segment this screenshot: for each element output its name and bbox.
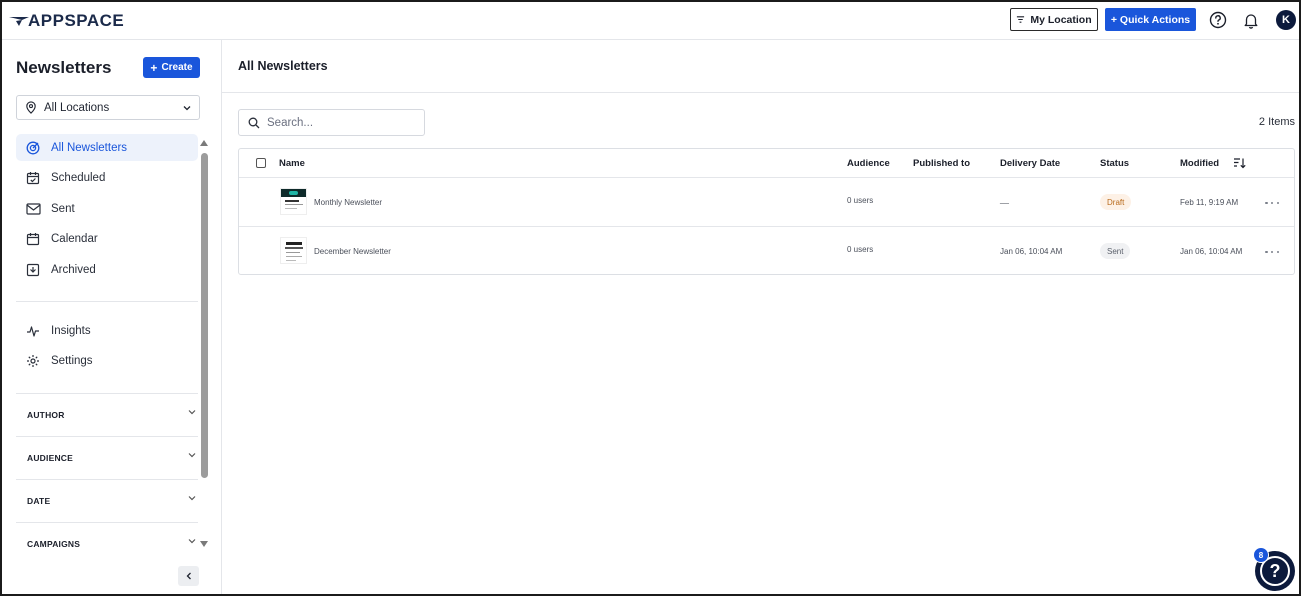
location-select-value: All Locations — [44, 101, 110, 114]
scroll-up-arrow[interactable] — [200, 140, 208, 146]
scroll-down-arrow[interactable] — [200, 541, 208, 547]
sidebar-item-label: Calendar — [51, 233, 98, 245]
status-badge: Draft — [1100, 194, 1132, 210]
chevron-down-icon — [188, 410, 196, 415]
table-row[interactable]: December Newsletter 0 users Jan 06, 10:0… — [239, 227, 1294, 276]
sidebar-item-archived[interactable]: Archived — [16, 256, 198, 283]
sidebar-divider — [16, 301, 198, 302]
column-header-name[interactable]: Name — [279, 158, 305, 169]
column-header-status[interactable]: Status — [1100, 158, 1129, 169]
newsletter-thumbnail — [280, 188, 307, 215]
table-header: Name Audience Published to Delivery Date… — [239, 149, 1294, 178]
location-select[interactable]: All Locations — [16, 95, 200, 120]
filter-label: AUDIENCE — [27, 453, 73, 463]
select-all-checkbox[interactable] — [256, 158, 266, 168]
sidebar-scrollbar[interactable] — [201, 153, 208, 478]
sidebar-item-label: Insights — [51, 324, 91, 337]
column-header-audience[interactable]: Audience — [847, 158, 890, 169]
quick-actions-button[interactable]: + Quick Actions — [1105, 8, 1196, 31]
newsletter-name[interactable]: Monthly Newsletter — [314, 198, 382, 207]
status-badge: Sent — [1100, 243, 1131, 259]
filter-author[interactable]: AUTHOR — [16, 393, 198, 436]
chevron-down-icon — [188, 453, 196, 458]
top-bar: APPSPACE My Location + Quick Actions K — [2, 2, 1299, 40]
plus-icon: + — [150, 60, 158, 75]
create-label: Create — [161, 62, 193, 73]
search-icon — [248, 117, 260, 128]
page-title: All Newsletters — [238, 59, 328, 73]
sidebar-nav: All Newsletters Scheduled Sent Calendar — [16, 134, 198, 287]
delivery-date-value: __ — [1000, 195, 1009, 204]
calendar-icon — [25, 231, 41, 247]
my-location-button[interactable]: My Location — [1010, 8, 1098, 31]
sidebar-item-scheduled[interactable]: Scheduled — [16, 165, 198, 192]
pulse-icon — [25, 323, 41, 339]
more-options-icon[interactable] — [1265, 198, 1279, 208]
quick-actions-label: + Quick Actions — [1110, 13, 1191, 26]
logo-mark-icon — [9, 17, 29, 26]
main-content: All Newsletters 2 Items Name Audience Pu… — [222, 40, 1299, 594]
chevron-down-icon — [188, 496, 196, 501]
map-pin-icon — [26, 101, 36, 114]
column-header-modified[interactable]: Modified — [1180, 158, 1219, 169]
my-location-label: My Location — [1030, 13, 1092, 26]
filter-lines-icon — [1017, 16, 1025, 23]
appspace-logo[interactable]: APPSPACE — [8, 11, 124, 31]
main-header: All Newsletters — [222, 40, 1299, 93]
filter-date[interactable]: DATE — [16, 479, 198, 522]
sidebar-item-settings[interactable]: Settings — [16, 348, 198, 375]
sidebar-item-label: Settings — [51, 355, 93, 367]
more-options-icon[interactable] — [1265, 247, 1279, 257]
sidebar-item-label: Archived — [51, 263, 96, 276]
table-row[interactable]: Monthly Newsletter 0 users __ Draft Feb … — [239, 178, 1294, 227]
column-header-delivery-date[interactable]: Delivery Date — [1000, 158, 1060, 169]
item-count: 2 Items — [1258, 116, 1295, 128]
newsletters-table: Name Audience Published to Delivery Date… — [238, 148, 1295, 275]
create-button[interactable]: + Create — [143, 57, 200, 78]
audience-value: 0 users — [847, 196, 874, 205]
user-avatar[interactable]: K — [1276, 10, 1296, 30]
column-header-published-to[interactable]: Published to — [913, 158, 970, 169]
filter-campaigns[interactable]: CAMPAIGNS — [16, 522, 198, 565]
gear-icon — [25, 353, 41, 369]
sidebar-item-label: All Newsletters — [51, 141, 128, 154]
envelope-icon — [25, 201, 41, 217]
logo-text: APPSPACE — [28, 11, 125, 30]
sidebar-item-label: Sent — [51, 202, 75, 215]
modified-value: Jan 06, 10:04 AM — [1180, 247, 1243, 256]
calendar-check-icon — [25, 170, 41, 186]
target-icon — [25, 140, 41, 156]
newsletter-thumbnail — [280, 237, 307, 264]
help-notification-badge: 8 — [1253, 547, 1269, 563]
newsletter-name[interactable]: December Newsletter — [314, 247, 391, 256]
sidebar-nav-secondary: Insights Settings — [16, 317, 198, 378]
sidebar-item-calendar[interactable]: Calendar — [16, 226, 198, 253]
chevron-left-icon — [186, 572, 191, 580]
sidebar-item-sent[interactable]: Sent — [16, 195, 198, 222]
filter-label: AUTHOR — [27, 410, 65, 420]
bell-icon[interactable] — [1241, 10, 1261, 30]
audience-value: 0 users — [847, 245, 874, 254]
chevron-down-icon — [188, 539, 196, 544]
archive-icon — [25, 262, 41, 278]
sidebar-item-all-newsletters[interactable]: All Newsletters — [16, 134, 198, 161]
modified-value: Feb 11, 9:19 AM — [1180, 198, 1239, 207]
filter-audience[interactable]: AUDIENCE — [16, 436, 198, 479]
app-window: APPSPACE My Location + Quick Actions K N… — [0, 0, 1301, 596]
search-box[interactable] — [238, 109, 425, 136]
sort-descending-icon[interactable] — [1233, 157, 1246, 169]
filter-label: CAMPAIGNS — [27, 539, 81, 549]
delivery-date-value: Jan 06, 10:04 AM — [1000, 247, 1063, 256]
help-circle-icon[interactable] — [1208, 10, 1228, 30]
sidebar-item-insights[interactable]: Insights — [16, 317, 198, 344]
search-input[interactable] — [267, 116, 417, 129]
collapse-sidebar-button[interactable] — [178, 566, 199, 586]
chevron-down-icon — [183, 105, 191, 110]
sidebar: Newsletters + Create All Locations All N… — [2, 40, 222, 594]
sidebar-title: Newsletters — [16, 58, 112, 77]
filter-label: DATE — [27, 496, 51, 506]
sidebar-item-label: Scheduled — [51, 172, 106, 184]
